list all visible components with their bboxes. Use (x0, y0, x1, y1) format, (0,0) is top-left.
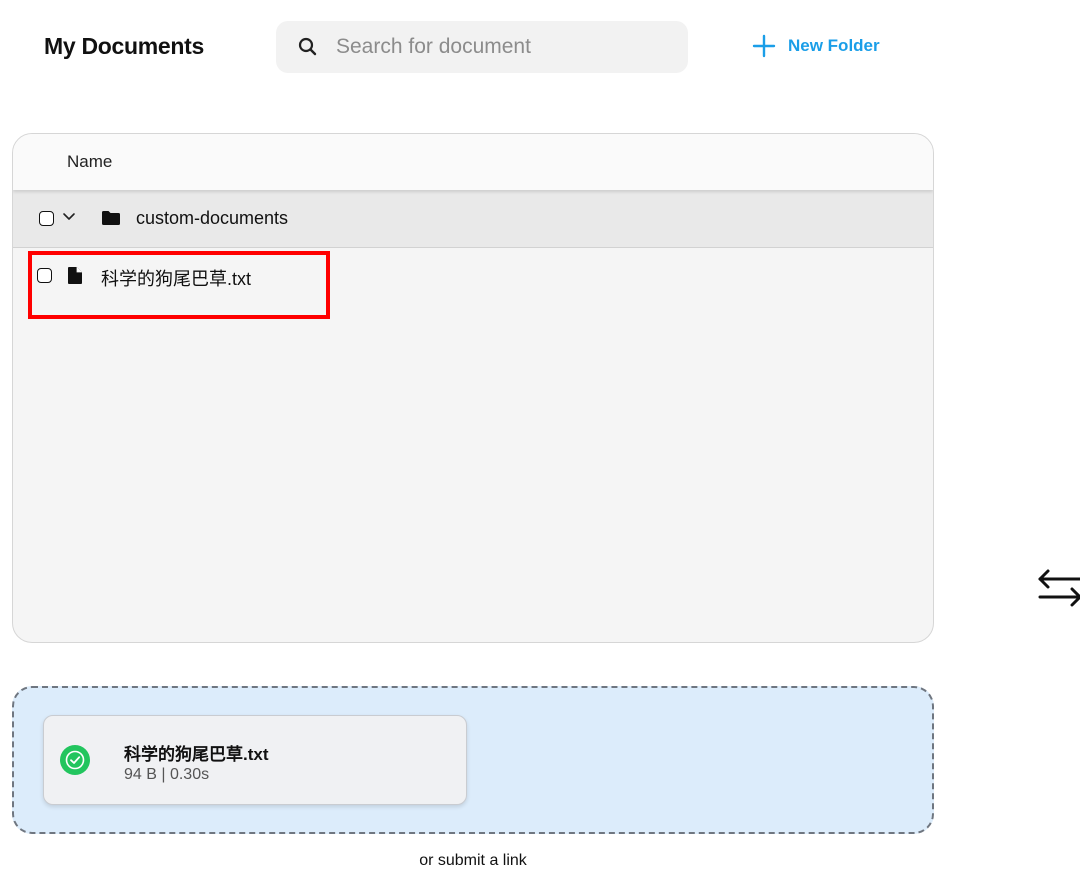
folder-icon (102, 211, 120, 225)
new-folder-label: New Folder (788, 36, 880, 55)
file-checkbox[interactable] (37, 268, 52, 283)
folder-checkbox[interactable] (39, 211, 54, 226)
document-manager: My Documents New Folder Name custom-docu… (0, 0, 1080, 884)
document-table: Name custom-documents 科学的狗尾巴草.txt (12, 133, 934, 643)
upload-dropzone[interactable]: 科学的狗尾巴草.txt 94 B | 0.30s (12, 686, 934, 834)
column-header-name: Name (67, 152, 113, 171)
file-name: 科学的狗尾巴草.txt (101, 269, 252, 289)
page-title: My Documents (44, 33, 204, 59)
submit-link[interactable]: or submit a link (0, 852, 946, 870)
file-icon (68, 267, 82, 284)
new-folder-button[interactable]: New Folder (752, 34, 880, 58)
file-row[interactable]: 科学的狗尾巴草.txt (13, 248, 933, 300)
swap-arrows-icon[interactable] (1036, 566, 1080, 610)
folder-name: custom-documents (136, 208, 289, 228)
uploaded-file-name: 科学的狗尾巴草.txt (124, 745, 269, 764)
chevron-down-icon[interactable] (62, 212, 76, 222)
plus-icon (752, 34, 776, 58)
search-icon (298, 37, 317, 56)
success-check-icon (60, 745, 90, 775)
uploaded-file-card: 科学的狗尾巴草.txt 94 B | 0.30s (43, 715, 467, 805)
table-header: Name (13, 134, 933, 190)
search-input[interactable] (334, 34, 658, 60)
folder-row[interactable]: custom-documents (13, 190, 933, 248)
search-bar[interactable] (276, 21, 688, 73)
uploaded-file-meta: 94 B | 0.30s (124, 766, 210, 783)
